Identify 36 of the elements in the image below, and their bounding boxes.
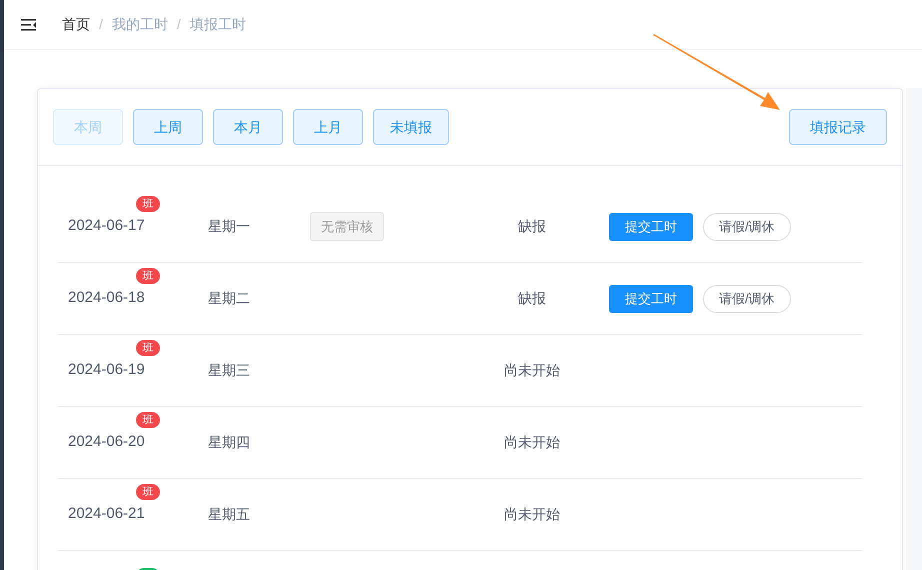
date-text: 2024-06-17 (68, 216, 145, 236)
breadcrumb-separator: / (176, 15, 181, 34)
leave-button[interactable]: 请假/调休 (703, 212, 791, 240)
breadcrumb-link[interactable]: 首页 (62, 14, 90, 35)
filter-button[interactable]: 本月 (213, 109, 283, 145)
status-text: 尚未开始 (504, 362, 560, 378)
weekday-text: 星期一 (208, 218, 250, 234)
date-text: 2024-06-20 (68, 432, 145, 452)
review-tag: 无需审核 (310, 212, 384, 242)
record-button[interactable]: 填报记录 (789, 109, 887, 145)
badge: 班 (136, 412, 160, 428)
date-text: 2024-06-21 (68, 504, 145, 524)
filter-button[interactable]: 上周 (133, 109, 203, 145)
status-text: 缺报 (518, 218, 546, 234)
badge: 班 (136, 196, 160, 212)
filter-button[interactable]: 未填报 (373, 109, 449, 145)
submit-button[interactable]: 提交工时 (609, 212, 693, 240)
weekday-text: 星期五 (208, 506, 250, 522)
breadcrumb-link[interactable]: 我的工时 (112, 14, 168, 35)
weekday-text: 星期四 (208, 434, 250, 450)
submit-button[interactable]: 提交工时 (609, 284, 693, 312)
date-text: 2024-06-18 (68, 288, 145, 308)
breadcrumb-link[interactable]: 填报工时 (190, 14, 246, 35)
status-text: 尚未开始 (504, 506, 560, 522)
date-text: 2024-06-19 (68, 360, 145, 380)
weekday-text: 星期三 (208, 362, 250, 378)
leave-button[interactable]: 请假/调休 (703, 284, 791, 312)
badge: 班 (136, 340, 160, 356)
filter-button[interactable]: 上月 (293, 109, 363, 145)
status-text: 缺报 (518, 290, 546, 306)
badge: 班 (136, 268, 160, 284)
menu-icon[interactable] (20, 16, 38, 32)
weekday-text: 星期二 (208, 290, 250, 306)
breadcrumb-separator: / (99, 15, 103, 34)
badge: 班 (136, 484, 160, 500)
status-text: 尚未开始 (504, 434, 560, 450)
